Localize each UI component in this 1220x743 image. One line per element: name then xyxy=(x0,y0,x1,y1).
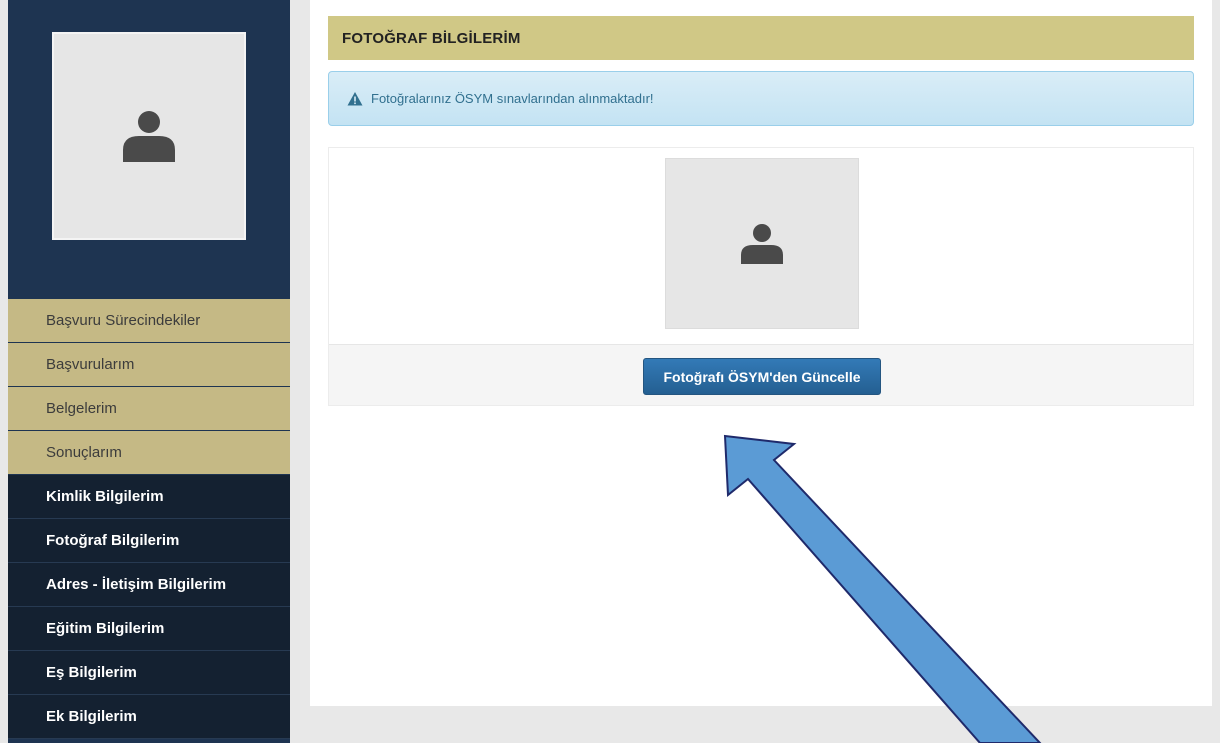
user-icon xyxy=(741,223,783,264)
section-title: FOTOĞRAF BİLGİLERİM xyxy=(328,16,1194,60)
sidebar-item-sonuclarim[interactable]: Sonuçlarım xyxy=(8,431,290,475)
sidebar-item-label: Başvurularım xyxy=(46,356,135,373)
sidebar-item-label: Kimlik Bilgilerim xyxy=(46,488,164,505)
profile-photo xyxy=(52,32,246,240)
sidebar-item-fotograf-bilgilerim[interactable]: Fotoğraf Bilgilerim xyxy=(8,519,290,563)
sidebar-item-label: Adres - İletişim Bilgilerim xyxy=(46,576,227,593)
sidebar-item-label: Fotoğraf Bilgilerim xyxy=(46,532,180,549)
sidebar-item-adres-iletisim-bilgilerim[interactable]: Adres - İletişim Bilgilerim xyxy=(8,563,290,607)
photo-preview xyxy=(665,158,859,329)
warning-icon xyxy=(347,91,363,105)
sidebar-item-egitim-bilgilerim[interactable]: Eğitim Bilgilerim xyxy=(8,607,290,651)
sidebar-photo-area xyxy=(8,0,290,299)
photo-panel: Fotoğrafı ÖSYM'den Güncelle xyxy=(328,147,1194,406)
photo-panel-footer: Fotoğrafı ÖSYM'den Güncelle xyxy=(329,344,1193,405)
user-icon xyxy=(123,111,175,162)
sidebar-item-label: Başvuru Sürecindekiler xyxy=(46,312,201,329)
sidebar-item-label: Ek Bilgilerim xyxy=(46,708,137,725)
sidebar-item-label: Belgelerim xyxy=(46,400,117,417)
sidebar-item-label: Eğitim Bilgilerim xyxy=(46,620,165,637)
sidebar-menu: Başvuru Sürecindekiler Başvurularım Belg… xyxy=(8,299,290,739)
sidebar-item-label: Eş Bilgilerim xyxy=(46,664,137,681)
sidebar-item-belgelerim[interactable]: Belgelerim xyxy=(8,387,290,431)
sidebar: Başvuru Sürecindekiler Başvurularım Belg… xyxy=(8,0,290,743)
main-content: FOTOĞRAF BİLGİLERİM Fotoğralarınız ÖSYM … xyxy=(310,0,1212,706)
info-alert: Fotoğralarınız ÖSYM sınavlarından alınma… xyxy=(328,71,1194,126)
sidebar-item-kimlik-bilgilerim[interactable]: Kimlik Bilgilerim xyxy=(8,475,290,519)
sidebar-item-ek-bilgilerim[interactable]: Ek Bilgilerim xyxy=(8,695,290,739)
sidebar-item-basvuru-surecindekiler[interactable]: Başvuru Sürecindekiler xyxy=(8,299,290,343)
sidebar-item-es-bilgilerim[interactable]: Eş Bilgilerim xyxy=(8,651,290,695)
update-photo-button[interactable]: Fotoğrafı ÖSYM'den Güncelle xyxy=(643,358,881,395)
sidebar-item-basvurularim[interactable]: Başvurularım xyxy=(8,343,290,387)
sidebar-item-label: Sonuçlarım xyxy=(46,444,122,461)
alert-text: Fotoğralarınız ÖSYM sınavlarından alınma… xyxy=(371,91,654,106)
